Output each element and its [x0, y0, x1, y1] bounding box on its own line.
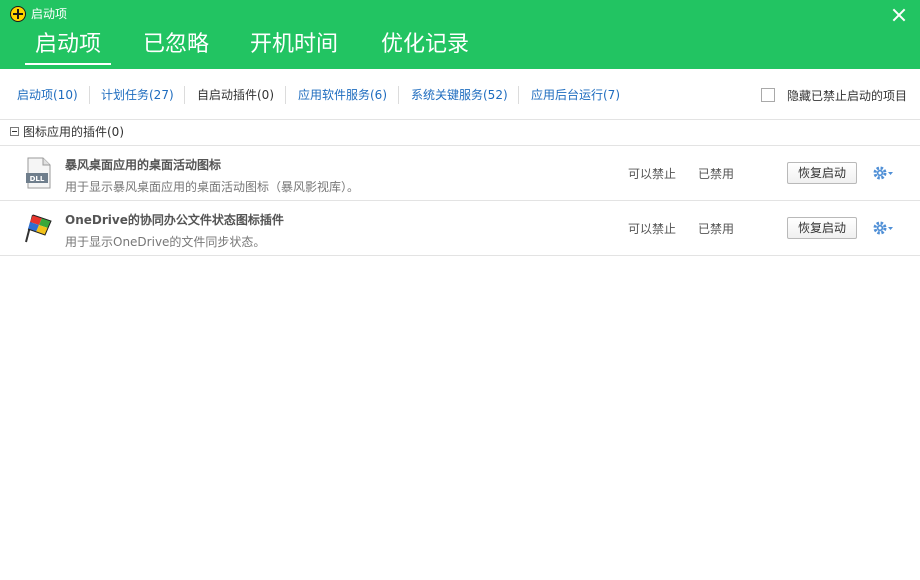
item-advice: 可以禁止: [628, 167, 677, 181]
close-icon[interactable]: [889, 5, 909, 25]
dll-icon-label: DLL: [30, 175, 45, 183]
tab-boot-time[interactable]: 开机时间: [250, 31, 338, 59]
subtab-divider: [398, 86, 399, 104]
restore-startup-button[interactable]: 恢复启动: [787, 162, 857, 184]
item-advice: 可以禁止: [628, 222, 677, 236]
tab-optimize-log[interactable]: 优化记录: [381, 31, 469, 59]
subtab-background-apps[interactable]: 应用后台运行(7): [531, 88, 620, 102]
colored-flag-icon: [25, 214, 52, 243]
group-label: 图标应用的插件(0): [23, 125, 124, 139]
minus-box-icon[interactable]: [10, 127, 19, 136]
subtab-autostart-plugins[interactable]: 自启动插件(0): [197, 88, 274, 102]
list-item: DLL 暴风桌面应用的桌面活动图标 用于显示暴风桌面应用的桌面活动图标（暴风影视…: [0, 146, 920, 201]
tab-ignored[interactable]: 已忽略: [143, 31, 209, 59]
dll-file-icon: DLL: [26, 157, 51, 189]
subtab-divider: [518, 86, 519, 104]
hide-disabled-checkbox[interactable]: [761, 88, 775, 102]
subtab-divider: [285, 86, 286, 104]
item-desc: 用于显示暴风桌面应用的桌面活动图标（暴风影视库）。: [65, 180, 360, 194]
sub-tab-bar: 启动项(10) 计划任务(27) 自启动插件(0) 应用软件服务(6) 系统关键…: [0, 69, 920, 120]
item-name: OneDrive的协同办公文件状态图标插件: [65, 213, 284, 227]
subtab-divider: [89, 86, 90, 104]
subtab-app-services[interactable]: 应用软件服务(6): [298, 88, 387, 102]
subtab-system-services[interactable]: 系统关键服务(52): [411, 88, 508, 102]
hide-disabled-label: 隐藏已禁止启动的项目: [787, 89, 908, 103]
subtab-divider: [184, 86, 185, 104]
subtab-scheduled-tasks[interactable]: 计划任务(27): [101, 88, 174, 102]
gear-dropdown-icon[interactable]: [872, 165, 896, 181]
subtab-startup-items[interactable]: 启动项(10): [17, 88, 78, 102]
item-status: 已禁用: [698, 167, 735, 181]
gear-dropdown-icon[interactable]: [872, 220, 896, 236]
list-item: OneDrive的协同办公文件状态图标插件 用于显示OneDrive的文件同步状…: [0, 201, 920, 256]
window-title: 启动项: [31, 7, 68, 21]
item-desc: 用于显示OneDrive的文件同步状态。: [65, 235, 266, 249]
tab-startup[interactable]: 启动项: [24, 31, 112, 65]
item-status: 已禁用: [698, 222, 735, 236]
plus-circle-logo-icon: [10, 6, 26, 22]
restore-startup-button[interactable]: 恢复启动: [787, 217, 857, 239]
item-name: 暴风桌面应用的桌面活动图标: [65, 158, 222, 172]
